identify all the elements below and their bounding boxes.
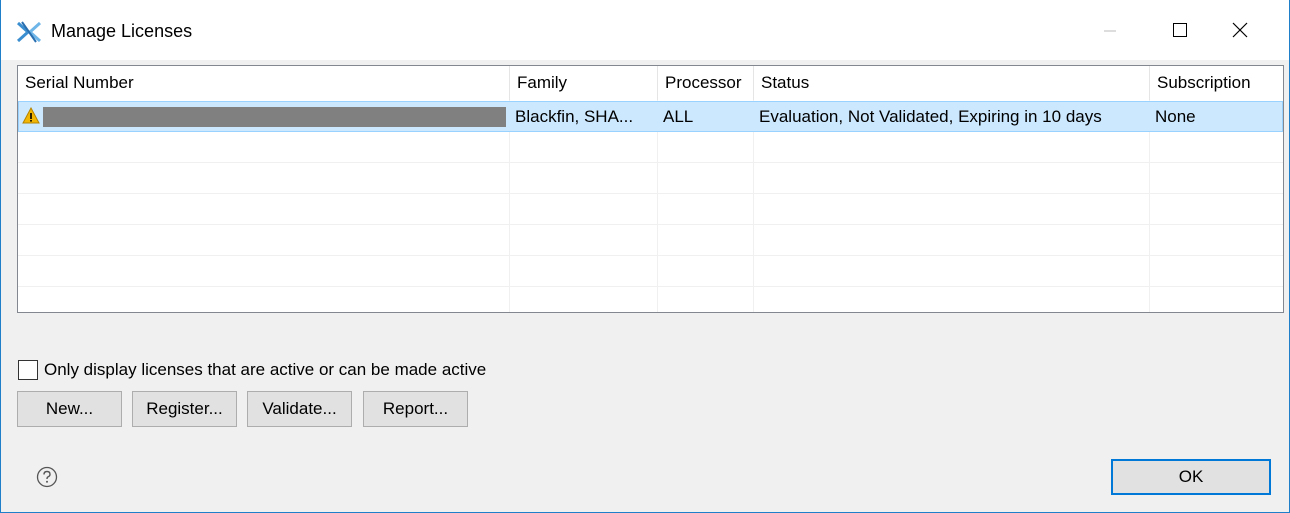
active-only-filter[interactable]: Only display licenses that are active or…	[18, 359, 486, 381]
active-only-label: Only display licenses that are active or…	[44, 360, 487, 379]
report-button[interactable]: Report...	[363, 391, 468, 427]
maximize-button[interactable]	[1151, 0, 1209, 60]
app-logo-icon	[16, 21, 42, 43]
column-header-status[interactable]: Status	[753, 66, 1149, 100]
cell-family: Blackfin, SHA...	[515, 107, 634, 126]
maximize-icon	[1173, 23, 1187, 37]
table-header: Serial Number Family Processor Status Su…	[18, 66, 1283, 100]
warning-icon	[22, 107, 40, 124]
validate-button[interactable]: Validate...	[247, 391, 352, 427]
column-header-family[interactable]: Family	[509, 66, 657, 100]
column-header-subscription[interactable]: Subscription	[1149, 66, 1283, 100]
minimize-icon	[1104, 30, 1116, 32]
minimize-button[interactable]	[1081, 0, 1139, 60]
serial-number-redacted	[43, 107, 506, 127]
close-icon	[1232, 22, 1248, 38]
table-row-empty	[18, 225, 1283, 256]
register-button[interactable]: Register...	[132, 391, 237, 427]
window-title: Manage Licenses	[51, 21, 193, 41]
help-icon[interactable]	[36, 466, 58, 488]
table-row-empty	[18, 163, 1283, 194]
cell-subscription: None	[1155, 107, 1196, 126]
cell-processor: ALL	[663, 107, 694, 126]
new-button[interactable]: New...	[17, 391, 122, 427]
active-only-checkbox[interactable]	[18, 360, 38, 380]
table-row-empty	[18, 132, 1283, 163]
licenses-table[interactable]: Serial Number Family Processor Status Su…	[17, 65, 1284, 313]
ok-button[interactable]: OK	[1111, 459, 1271, 495]
column-header-processor[interactable]: Processor	[657, 66, 753, 100]
cell-status: Evaluation, Not Validated, Expiring in 1…	[759, 107, 1102, 126]
close-button[interactable]	[1211, 0, 1269, 60]
column-header-serial-number[interactable]: Serial Number	[18, 66, 509, 100]
title-bar: Manage Licenses	[1, 0, 1289, 60]
table-row-empty	[18, 287, 1283, 312]
manage-licenses-dialog: Manage Licenses Serial Number Family Pro…	[0, 0, 1290, 513]
table-row[interactable]: Blackfin, SHA... ALL Evaluation, Not Val…	[18, 101, 1283, 132]
table-row-empty	[18, 194, 1283, 225]
table-row-empty	[18, 256, 1283, 287]
